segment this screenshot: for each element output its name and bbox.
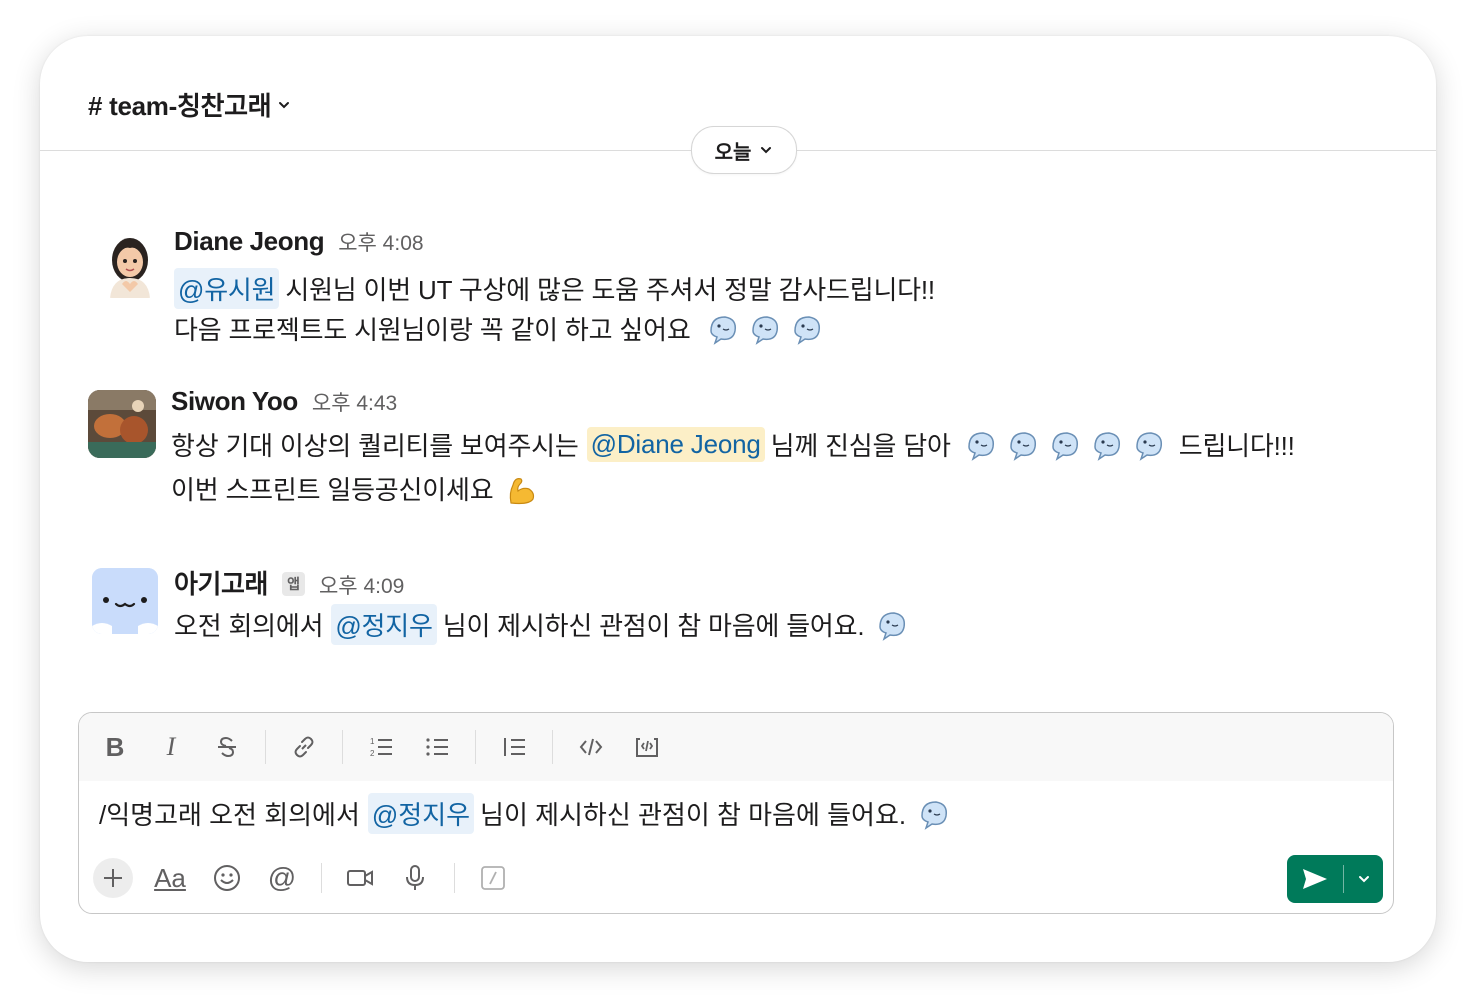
toolbar-divider [475, 730, 476, 764]
blockquote-icon[interactable] [496, 729, 532, 765]
toolbar-divider [552, 730, 553, 764]
message-line: 오전 회의에서 @정지우 님이 제시하신 관점이 참 마음에 들어요. [174, 604, 910, 645]
message-text: 항상 기대 이상의 퀄리티를 보여주시는 [171, 431, 579, 461]
bulleted-list-icon[interactable] [419, 729, 455, 765]
date-label: 오늘 [714, 141, 752, 164]
avatar[interactable] [92, 568, 158, 634]
message-text: 드립니다!!! [1178, 431, 1295, 461]
send-button-group [1287, 855, 1383, 903]
send-button[interactable] [1287, 855, 1343, 903]
toolbar-divider [321, 863, 322, 893]
chevron-down-icon [279, 101, 290, 108]
user-mention[interactable]: @정지우 [331, 604, 437, 645]
whale-emoji-icon [1135, 431, 1162, 461]
svg-text:1: 1 [370, 737, 375, 746]
slash-command-icon[interactable] [473, 858, 513, 898]
microphone-icon[interactable] [395, 858, 435, 898]
message-line: 이번 스프린트 일등공신이세요 [171, 470, 539, 507]
avatar[interactable] [100, 232, 160, 298]
user-mention[interactable]: @Diane Jeong [586, 427, 765, 462]
message-item: Siwon Yoo 오후 4:43 항상 기대 이상의 퀄리티를 보여주시는 @… [88, 386, 1396, 516]
bold-icon[interactable]: B [97, 729, 133, 765]
whale-emoji-icon [751, 315, 778, 345]
whale-emoji-icon [967, 431, 994, 461]
photo-avatar-icon [88, 390, 156, 458]
message-time[interactable]: 오후 4:09 [319, 570, 404, 600]
format-label: Aa [154, 862, 186, 893]
chat-window: # team-칭찬고래 오늘 Diane Jeong 오후 4:08 @유시원 [40, 36, 1436, 962]
flexed-biceps-emoji-icon [510, 477, 535, 504]
plus-icon[interactable] [93, 858, 133, 898]
message-line: @유시원 시원님 이번 UT 구상에 많은 도움 주셔서 정말 감사드립니다!! [174, 268, 935, 309]
memoji-avatar-icon [110, 238, 150, 298]
send-icon [1303, 869, 1327, 889]
composer-actions: Aa @ [93, 855, 528, 901]
whale-emoji-icon [921, 800, 948, 830]
link-icon[interactable] [286, 729, 322, 765]
toolbar-divider [454, 863, 455, 893]
whale-emoji-icon [1051, 431, 1078, 461]
message-text: 님이 제시하신 관점이 참 마음에 들어요. [442, 611, 865, 641]
code-icon[interactable] [573, 729, 609, 765]
whale-emoji-icon [709, 315, 736, 345]
message-composer: B I 12 /익명고래 오전 회의에서 @정지우 님이 제시하신 관점이 참 … [78, 712, 1394, 914]
code-block-icon[interactable] [629, 729, 665, 765]
author-name[interactable]: Siwon Yoo [171, 386, 298, 417]
input-text: 님이 제시하신 관점이 참 마음에 들어요. [480, 800, 907, 830]
svg-text:2: 2 [370, 749, 375, 758]
author-name[interactable]: Diane Jeong [174, 226, 325, 257]
italic-icon[interactable]: I [153, 729, 189, 765]
message-item: Diane Jeong 오후 4:08 @유시원 시원님 이번 UT 구상에 많… [88, 226, 1396, 356]
message-text: 님께 진심을 담아 [770, 431, 951, 461]
message-item: 아기고래 앱 오후 4:09 오전 회의에서 @정지우 님이 제시하신 관점이 … [88, 564, 1396, 654]
user-mention[interactable]: @정지우 [367, 793, 475, 834]
whale-emoji-icon [879, 611, 906, 641]
message-text: 다음 프로젝트도 시원님이랑 꼭 같이 하고 싶어요 [174, 315, 691, 345]
avatar[interactable] [88, 390, 156, 458]
mention-icon[interactable]: @ [262, 858, 302, 898]
formatting-toolbar: B I 12 [79, 713, 1393, 781]
message-text: 이번 스프린트 일등공신이세요 [171, 475, 494, 505]
send-options-button[interactable] [1344, 855, 1383, 903]
whale-emoji-icon [1093, 431, 1120, 461]
app-badge: 앱 [282, 572, 305, 596]
date-divider-button[interactable]: 오늘 [691, 126, 797, 174]
message-text: 시원님 이번 UT 구상에 많은 도움 주셔서 정말 감사드립니다!! [285, 275, 935, 305]
toolbar-divider [265, 730, 266, 764]
message-line: 항상 기대 이상의 퀄리티를 보여주시는 @Diane Jeong 님께 진심을… [171, 426, 1295, 463]
whale-emoji-icon [793, 315, 820, 345]
message-text: 오전 회의에서 [174, 611, 324, 641]
chevron-down-icon [761, 147, 772, 154]
message-line: 다음 프로젝트도 시원님이랑 꼭 같이 하고 싶어요 [174, 310, 825, 347]
emoji-icon[interactable] [207, 858, 247, 898]
message-time[interactable]: 오후 4:08 [338, 227, 423, 257]
channel-name: # team-칭찬고래 [88, 91, 272, 121]
author-name[interactable]: 아기고래 [174, 564, 268, 601]
user-mention[interactable]: @유시원 [174, 268, 280, 309]
message-time[interactable]: 오후 4:43 [312, 387, 397, 417]
strikethrough-icon[interactable] [209, 729, 245, 765]
input-text: /익명고래 오전 회의에서 [99, 800, 360, 830]
format-text-icon[interactable]: Aa [148, 858, 192, 898]
baby-whale-icon [92, 568, 158, 634]
toolbar-divider [342, 730, 343, 764]
message-input[interactable]: /익명고래 오전 회의에서 @정지우 님이 제시하신 관점이 참 마음에 들어요… [99, 793, 952, 834]
whale-emoji-icon [1009, 431, 1036, 461]
ordered-list-icon[interactable]: 12 [363, 729, 399, 765]
video-icon[interactable] [340, 858, 380, 898]
chevron-down-icon [1358, 876, 1369, 883]
channel-name-button[interactable]: # team-칭찬고래 [88, 86, 291, 123]
